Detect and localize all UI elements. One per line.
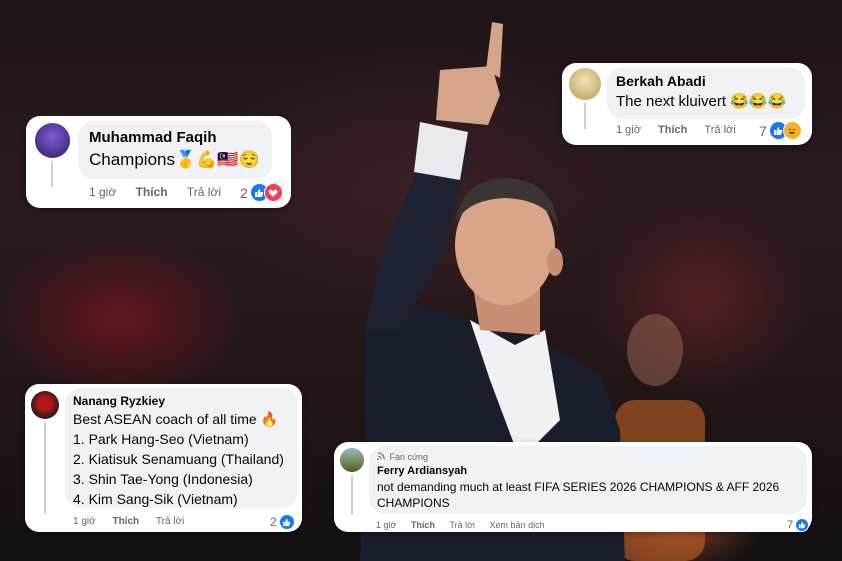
reaction-count: 2 (270, 515, 277, 529)
reply-button[interactable]: Trả lời (704, 124, 735, 136)
comment-text: The next kluivert 😂😂😂 (616, 93, 787, 110)
avatar[interactable] (569, 68, 601, 100)
commenter-name[interactable]: Nanang Ryzkiey (73, 394, 165, 408)
see-translation-link[interactable]: Xem bản dịch (490, 520, 545, 530)
comment-card: Fan cứng Ferry Ardiansyah not demanding … (334, 442, 812, 532)
comment-card: Muhammad Faqih Champions🥇💪🇲🇾😌 1 giờ Thíc… (26, 116, 291, 208)
top-fan-badge: Fan cứng (376, 452, 429, 462)
reaction-count: 2 (240, 184, 248, 201)
reaction-count: 7 (787, 519, 794, 531)
comment-time[interactable]: 1 giờ (616, 124, 641, 136)
haha-icon (782, 121, 802, 140)
like-button[interactable]: Thích (136, 185, 168, 199)
comment-line: 3. Shin Tae-Yong (Indonesia) (73, 471, 253, 487)
reaction-summary[interactable]: 7 (759, 121, 802, 140)
reaction-summary[interactable]: 2 (240, 183, 283, 202)
comment-line: not demanding much at least FIFA SERIES … (377, 480, 780, 494)
avatar[interactable] (35, 123, 70, 158)
reply-button[interactable]: Trả lời (187, 185, 221, 199)
comment-card: Nanang Ryzkiey Best ASEAN coach of all t… (25, 384, 302, 532)
commenter-name[interactable]: Muhammad Faqih (89, 129, 217, 146)
rss-icon (376, 452, 385, 462)
like-button[interactable]: Thích (112, 516, 139, 527)
thread-line (51, 161, 53, 187)
comment-actions: 1 giờ Thích Trả lời (616, 124, 736, 136)
comment-actions: 1 giờ Thích Trả lời Xem bản dịch (376, 520, 545, 530)
thread-line (584, 103, 586, 129)
comment-line: 1. Park Hang-Seo (Vietnam) (73, 431, 249, 447)
comment-time[interactable]: 1 giờ (89, 185, 116, 199)
comment-time[interactable]: 1 giờ (73, 516, 96, 527)
commenter-name[interactable]: Ferry Ardiansyah (377, 465, 467, 477)
comment-text: Champions🥇💪🇲🇾😌 (89, 150, 260, 169)
reply-button[interactable]: Trả lời (156, 516, 184, 527)
reaction-summary[interactable]: 2 (270, 514, 295, 530)
reply-button[interactable]: Trả lời (449, 520, 475, 530)
comment-card: Berkah Abadi The next kluivert 😂😂😂 1 giờ… (562, 63, 812, 145)
commenter-name[interactable]: Berkah Abadi (616, 73, 706, 89)
like-button[interactable]: Thích (411, 520, 435, 530)
badge-label: Fan cứng (389, 452, 429, 462)
avatar[interactable] (31, 391, 59, 419)
comment-line: 2. Kiatisuk Senamuang (Thailand) (73, 451, 284, 467)
reaction-summary[interactable]: 7 (787, 518, 810, 532)
thread-line (351, 475, 353, 515)
reaction-count: 7 (759, 122, 767, 139)
avatar[interactable] (340, 448, 364, 472)
comment-line: 4. Kim Sang-Sik (Vietnam) (73, 491, 238, 507)
comment-time[interactable]: 1 giờ (376, 520, 396, 530)
like-icon (795, 518, 810, 532)
thread-line (44, 422, 46, 514)
comment-line: CHAMPIONS (377, 496, 450, 510)
like-icon (278, 514, 295, 530)
like-button[interactable]: Thích (658, 124, 687, 136)
comment-line: Best ASEAN coach of all time 🔥 (73, 411, 278, 427)
comment-actions: 1 giờ Thích Trả lời (89, 185, 221, 199)
love-icon (263, 183, 283, 202)
comment-actions: 1 giờ Thích Trả lời (73, 516, 184, 527)
